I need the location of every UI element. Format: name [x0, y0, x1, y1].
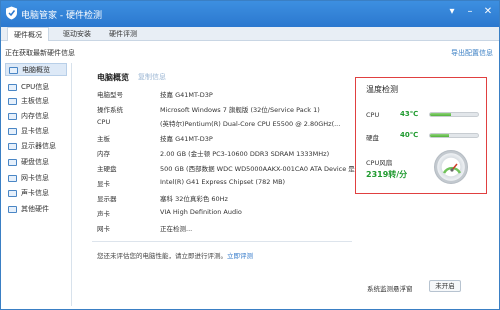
info-value: 技嘉 G41MT-D3P [160, 91, 213, 99]
temperature-panel: 温度检测 CPU 43℃ 硬盘 40℃ CPU风扇 2319转/分 [355, 77, 487, 194]
overview-title: 电脑概览 [97, 73, 129, 82]
evaluate-prompt-text: 您还未评估您的电脑性能，请立即进行评测。 [97, 252, 227, 260]
divider [92, 241, 352, 242]
fan-speed-value: 2319转/分 [366, 170, 408, 179]
main-window: 电脑管家 - 硬件检测 ▾ – ✕ 硬件概况 驱动安装 硬件评测 正在获取最新硬… [0, 0, 500, 310]
gauge-needle-icon [442, 163, 462, 174]
info-value: (英特尔)Pentium(R) Dual-Core CPU E5500 @ 2.… [160, 120, 341, 128]
sidebar-item-disk[interactable]: 硬盘信息 [5, 156, 67, 169]
info-key: 显卡 [97, 180, 110, 188]
info-value: VIA High Definition Audio [160, 208, 242, 216]
sidebar-item-network[interactable]: 网卡信息 [5, 172, 67, 185]
cpu-temp-label: CPU [366, 111, 380, 119]
hard-disk-icon [8, 159, 17, 166]
floating-monitor-label: 系统监测悬浮窗 [367, 285, 413, 293]
info-key: 主硬盘 [97, 165, 117, 173]
disk-temp-fill [430, 134, 450, 137]
status-text: 正在获取最新硬件信息 [5, 49, 75, 57]
sidebar-item-label: 主板信息 [21, 97, 49, 105]
sidebar-item-label: 电脑概览 [22, 66, 50, 74]
sidebar-item-label: 声卡信息 [21, 189, 49, 197]
info-key: CPU [97, 118, 111, 126]
floating-monitor-toggle[interactable]: 未开启 [429, 280, 461, 292]
sidebar-item-label: 其他硬件 [21, 205, 49, 213]
motherboard-icon [8, 98, 17, 105]
info-key: 声卡 [97, 210, 110, 218]
sidebar-item-label: 内存信息 [21, 112, 49, 120]
skin-icon[interactable]: ▾ [445, 5, 459, 19]
network-card-icon [8, 175, 17, 182]
cpu-temp-value: 43℃ [400, 110, 419, 118]
cpu-icon [8, 84, 17, 91]
monitor-icon [8, 143, 17, 150]
disk-temp-bar [429, 133, 479, 138]
info-key: 主板 [97, 135, 110, 143]
sidebar-item-graphics[interactable]: 显卡信息 [5, 125, 67, 138]
sound-card-icon [8, 190, 17, 197]
tab-driver-install[interactable]: 驱动安装 [57, 27, 97, 41]
sidebar-item-label: 显卡信息 [21, 127, 49, 135]
sidebar-item-sound[interactable]: 声卡信息 [5, 187, 67, 200]
info-value: Intel(R) G41 Express Chipset (782 MB) [160, 178, 286, 186]
tab-hardware-overview[interactable]: 硬件概况 [7, 27, 49, 41]
sidebar-item-overview[interactable]: 电脑概览 [5, 63, 67, 76]
info-key: 网卡 [97, 225, 110, 233]
info-value: Microsoft Windows 7 旗舰版 (32位/Service Pac… [160, 106, 320, 114]
sidebar-item-memory[interactable]: 内存信息 [5, 110, 67, 123]
info-key: 电脑型号 [97, 91, 123, 99]
sidebar-item-monitor[interactable]: 显示器信息 [5, 140, 67, 153]
tab-hardware-benchmark[interactable]: 硬件评测 [103, 27, 143, 41]
info-value: 塞科 32位真彩色 60Hz [160, 195, 228, 203]
disk-temp-value: 40℃ [400, 131, 419, 139]
close-button[interactable]: ✕ [481, 5, 495, 19]
title-bar: 电脑管家 - 硬件检测 ▾ – ✕ [1, 1, 499, 27]
copy-info-link[interactable]: 复制信息 [138, 72, 166, 82]
evaluate-now-link[interactable]: 立即评测 [227, 252, 253, 260]
export-config-link[interactable]: 导出配置信息 [451, 48, 493, 58]
fan-gauge-icon [434, 150, 468, 184]
temperature-title: 温度检测 [366, 85, 398, 94]
cpu-temp-fill [430, 113, 451, 116]
sidebar-item-other[interactable]: 其他硬件 [5, 203, 67, 216]
tab-bar: 硬件概况 驱动安装 硬件评测 [1, 27, 499, 41]
computer-icon [9, 67, 18, 74]
info-key: 操作系统 [97, 106, 123, 114]
disk-temp-label: 硬盘 [366, 134, 379, 142]
info-value: 500 GB (西部数据 WDC WD5000AAKX-001CA0 ATA D… [160, 165, 368, 173]
window-title: 电脑管家 - 硬件检测 [21, 11, 102, 21]
other-hardware-icon [8, 206, 17, 213]
cpu-temp-bar [429, 112, 479, 117]
info-value: 2.00 GB (金士顿 PC3-10600 DDR3 SDRAM 1333MH… [160, 150, 330, 158]
evaluate-prompt: 您还未评估您的电脑性能，请立即进行评测。立即评测 [97, 250, 253, 260]
sidebar: 电脑概览 CPU信息 主板信息 内存信息 显卡信息 显示器信息 硬盘信息 网卡信… [5, 63, 67, 306]
sidebar-item-motherboard[interactable]: 主板信息 [5, 95, 67, 108]
minimize-button[interactable]: – [463, 5, 477, 19]
sidebar-item-label: CPU信息 [21, 83, 50, 91]
sidebar-item-label: 显示器信息 [21, 142, 56, 150]
sidebar-item-label: 硬盘信息 [21, 158, 49, 166]
info-key: 显示器 [97, 195, 117, 203]
info-value: 技嘉 G41MT-D3P [160, 135, 213, 143]
fan-label: CPU风扇 [366, 159, 393, 167]
info-value: 正在检测... [160, 225, 193, 233]
overview-panel: 电脑概览 复制信息 电脑型号 技嘉 G41MT-D3P 操作系统 Microsoft… [71, 63, 497, 306]
shield-logo-icon [6, 6, 17, 20]
graphics-card-icon [8, 128, 17, 135]
memory-icon [8, 113, 17, 120]
sidebar-item-cpu[interactable]: CPU信息 [5, 81, 67, 94]
info-key: 内存 [97, 150, 110, 158]
sidebar-item-label: 网卡信息 [21, 174, 49, 182]
